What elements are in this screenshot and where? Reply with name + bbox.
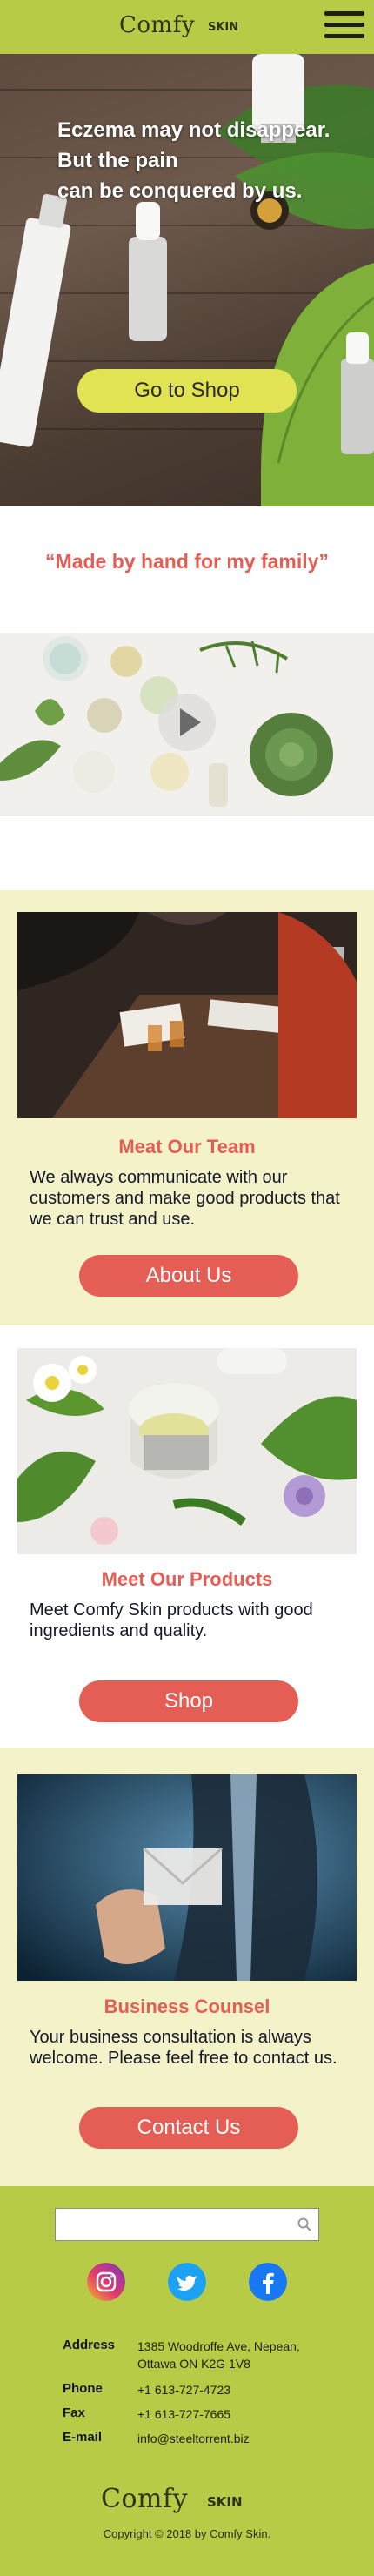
logo[interactable]: Comfy SKIN: [119, 10, 258, 45]
shop-button[interactable]: Shop: [79, 1680, 298, 1722]
team-photo: [17, 912, 357, 1118]
twitter-icon[interactable]: [168, 2263, 206, 2301]
search-input[interactable]: [56, 2209, 282, 2238]
contact-info: Address 1385 Woodroffe Ave, Nepean, Otta…: [63, 2338, 358, 2454]
facebook-icon[interactable]: [249, 2263, 287, 2301]
play-icon[interactable]: [158, 694, 216, 751]
header: Comfy SKIN: [0, 0, 374, 54]
page: Comfy SKIN Eczema may not disappear. But…: [0, 0, 374, 2576]
logo-subtext: SKIN: [208, 21, 239, 34]
team-meeting-image: [17, 912, 357, 1118]
business-consult-image: [17, 1774, 357, 1981]
products-photo: [17, 1348, 357, 1554]
hero-headline: Eczema may not disappear. But the pain c…: [57, 115, 362, 206]
search-icon[interactable]: [297, 2217, 311, 2231]
phone-row: Phone +1 613-727-4723: [63, 2381, 358, 2400]
about-us-button[interactable]: About Us: [79, 1255, 298, 1297]
counsel-section: Business Counsel Your business consultat…: [0, 1748, 374, 2186]
counsel-title: Business Counsel: [104, 1996, 270, 2017]
hero-banner: Eczema may not disappear. But the pain c…: [0, 54, 374, 506]
address-value: 1385 Woodroffe Ave, Nepean, Ottawa ON K2…: [137, 2339, 300, 2371]
team-description: We always communicate with our customers…: [30, 1168, 340, 1229]
products-section: Meet Our Products Meet Comfy Skin produc…: [0, 1325, 374, 1748]
fax-row: Fax +1 613-727-7665: [63, 2405, 358, 2425]
email-value[interactable]: info@steeltorrent.biz: [137, 2430, 329, 2447]
products-description: Meet Comfy Skin products with good ingre…: [30, 1600, 313, 1640]
tagline-quote: “Made by hand for my family”: [45, 550, 329, 573]
hero-headline-line-3: can be conquered by us.: [57, 179, 303, 203]
logo-text: Comfy: [119, 12, 196, 38]
fax-label: Fax: [63, 2405, 85, 2420]
counsel-photo: [17, 1774, 357, 1981]
hero-headline-line-2: But the pain: [57, 149, 178, 172]
counsel-description: Your business consultation is always wel…: [30, 2028, 337, 2068]
go-to-shop-button[interactable]: Go to Shop: [77, 369, 297, 413]
phone-label: Phone: [63, 2381, 103, 2396]
email-label: E-mail: [63, 2430, 103, 2445]
footer: Address 1385 Woodroffe Ave, Nepean, Otta…: [0, 2186, 374, 2576]
copyright-text: Copyright © 2018 by Comfy Skin.: [103, 2527, 271, 2540]
footer-logo[interactable]: Comfy SKIN: [101, 2482, 275, 2520]
cream-jar-image: [17, 1348, 357, 1554]
hero-headline-line-1: Eczema may not disappear.: [57, 118, 331, 142]
team-title: Meat Our Team: [118, 1136, 256, 1157]
fax-value: +1 613-727-7665: [137, 2407, 231, 2421]
contact-us-button[interactable]: Contact Us: [79, 2107, 298, 2149]
phone-value[interactable]: +1 613-727-4723: [137, 2381, 329, 2398]
hamburger-menu-icon[interactable]: [324, 8, 364, 41]
email-row: E-mail info@steeltorrent.biz: [63, 2430, 358, 2449]
video-thumbnail[interactable]: [0, 633, 374, 816]
address-row: Address 1385 Woodroffe Ave, Nepean, Otta…: [63, 2338, 358, 2376]
team-section: Meat Our Team We always communicate with…: [0, 890, 374, 1325]
instagram-icon[interactable]: [87, 2263, 125, 2301]
footer-logo-subtext: SKIN: [207, 2494, 243, 2510]
products-title: Meet Our Products: [101, 1568, 273, 1590]
footer-logo-text: Comfy: [101, 2484, 189, 2514]
search-field[interactable]: [55, 2208, 319, 2241]
address-label: Address: [63, 2338, 116, 2352]
